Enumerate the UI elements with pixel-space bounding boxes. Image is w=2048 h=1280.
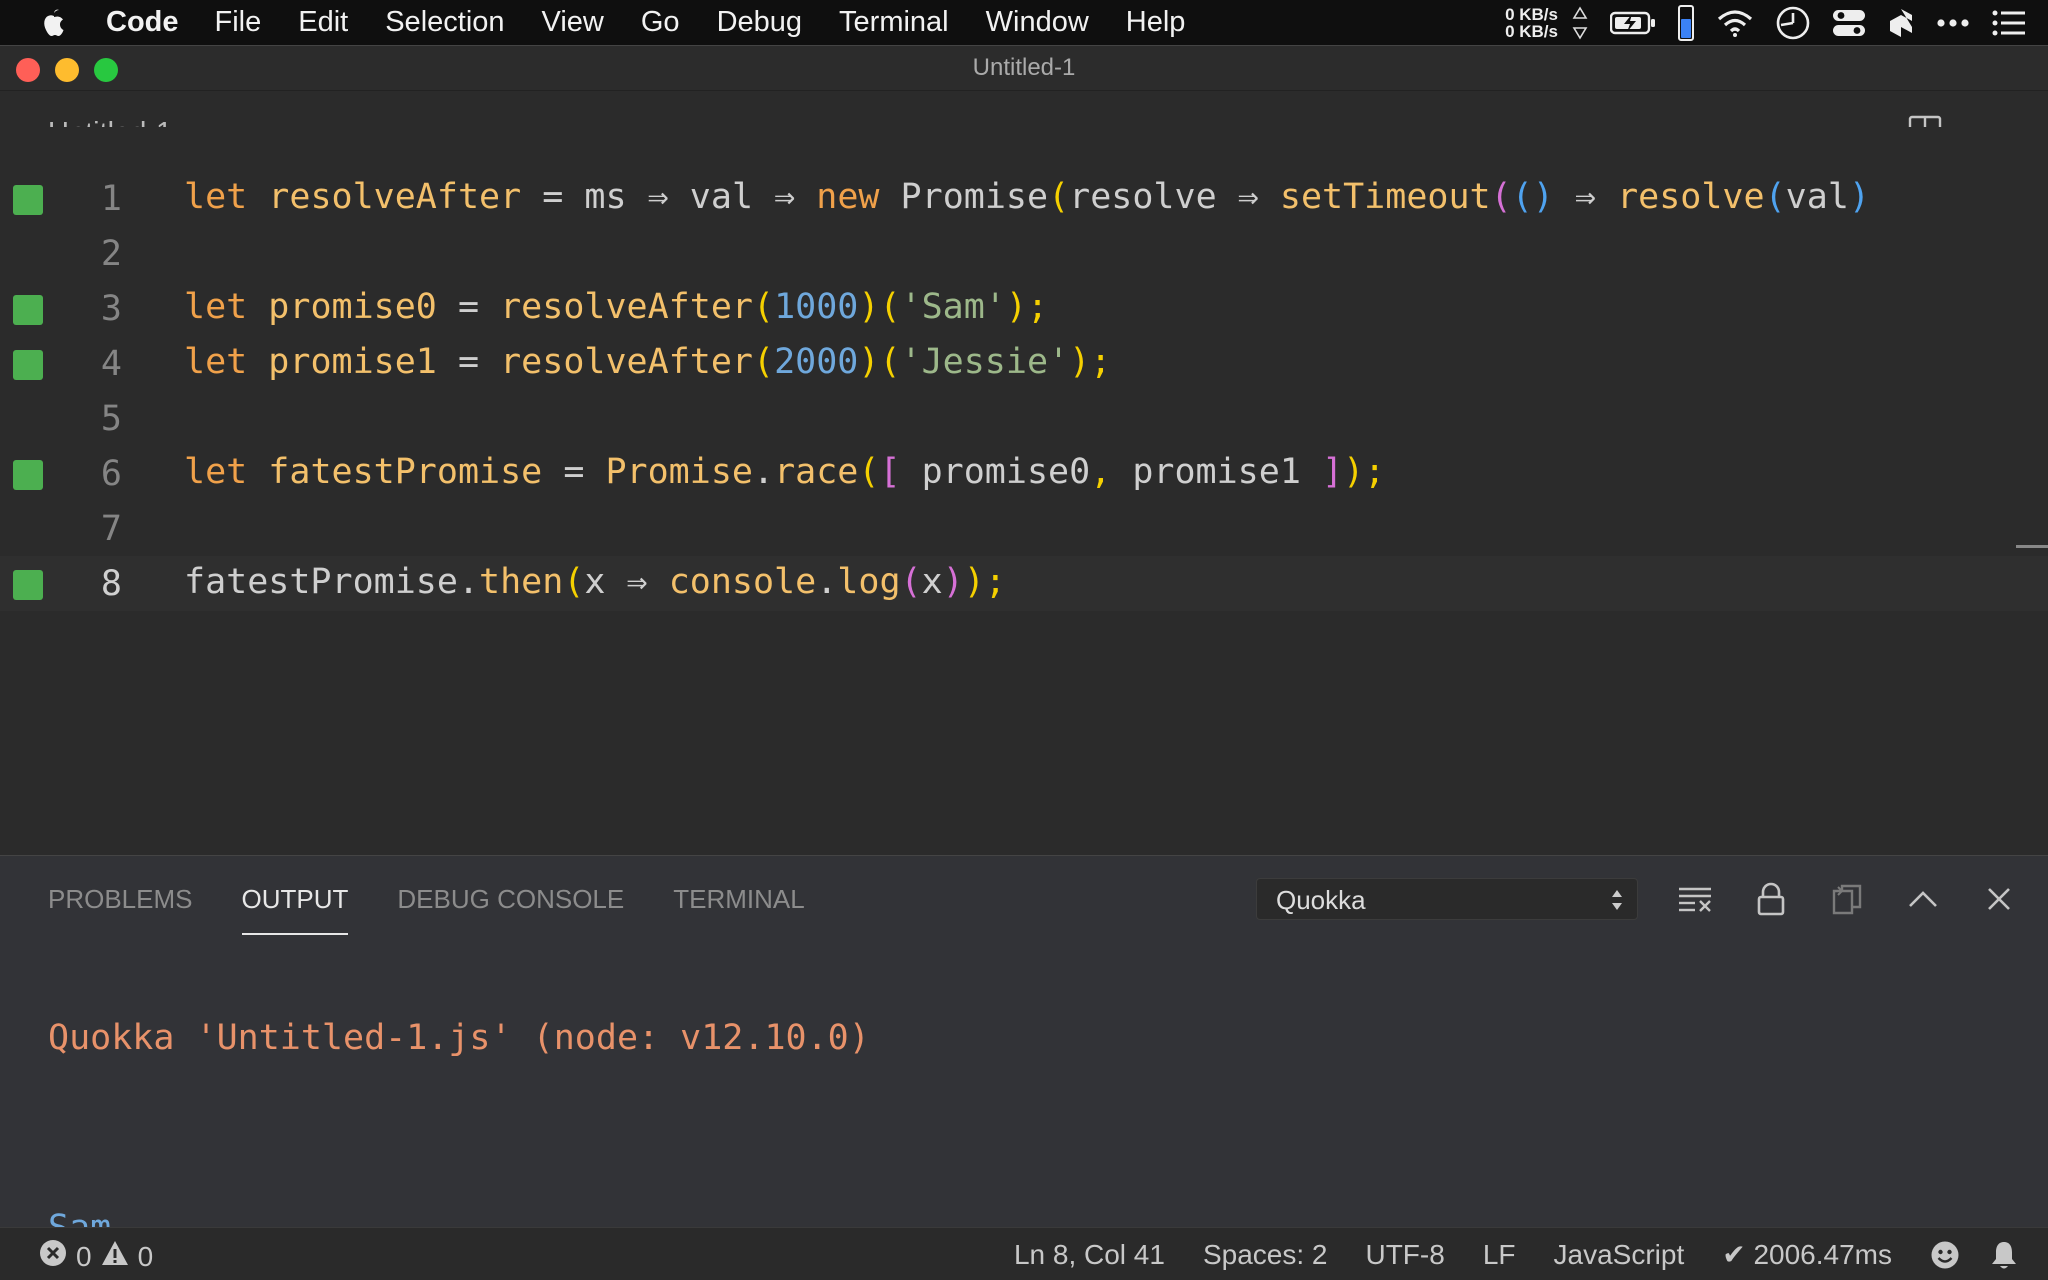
menu-go[interactable]: Go <box>641 6 680 39</box>
notifications-bell-icon[interactable] <box>1990 1240 2018 1270</box>
warning-count: 0 <box>137 1240 154 1272</box>
panel-actions <box>1676 880 2018 918</box>
notification-center-icon[interactable] <box>1992 10 2026 36</box>
code-line: 7 <box>0 501 2048 556</box>
quokka-timing[interactable]: ✔ 2006.47ms <box>1722 1238 1892 1271</box>
status-bar: 0 0 Ln 8, Col 41 Spaces: 2 UTF-8 LF Java… <box>0 1227 2048 1280</box>
output-panel: PROBLEMS OUTPUT DEBUG CONSOLE TERMINAL Q… <box>0 855 2048 1248</box>
menu-bar: Code File Edit Selection View Go Debug T… <box>0 0 2048 45</box>
file-encoding[interactable]: UTF-8 <box>1365 1239 1444 1271</box>
line-number: 7 <box>100 509 122 549</box>
feedback-smiley-icon[interactable] <box>1930 1240 1960 1270</box>
panel-tabs: PROBLEMS OUTPUT DEBUG CONSOLE TERMINAL <box>48 884 805 935</box>
line-number: 2 <box>100 234 122 274</box>
select-arrows-icon <box>1611 888 1623 919</box>
code-editor[interactable]: 1 let resolveAfter = ms ⇒ val ⇒ new Prom… <box>0 127 2048 855</box>
menu-edit[interactable]: Edit <box>298 6 348 39</box>
battery-level-icon[interactable] <box>1678 4 1694 41</box>
line-number: 4 <box>100 344 122 384</box>
menu-terminal[interactable]: Terminal <box>839 6 949 39</box>
title-bar: Untitled-1 <box>0 46 2048 91</box>
code-line: 6 let fatestPromise = Promise.race([ pro… <box>0 446 2048 501</box>
clear-output-icon[interactable] <box>1676 880 1714 918</box>
quokka-header: Quokka 'Untitled-1.js' (node: v12.10.0) <box>48 1018 870 1058</box>
coverage-marker <box>13 460 43 490</box>
net-down-speed: 0 KB/s <box>1505 21 1558 41</box>
apple-logo-icon[interactable] <box>40 8 68 38</box>
lock-scroll-icon[interactable] <box>1752 880 1790 918</box>
coverage-marker <box>13 350 43 380</box>
menu-window[interactable]: Window <box>986 6 1089 39</box>
menu-app-name[interactable]: Code <box>106 6 179 39</box>
code-line-current: 8 fatestPromise.then(x ⇒ console.log(x))… <box>0 556 2048 611</box>
menu-debug[interactable]: Debug <box>717 6 802 39</box>
control-center-icon[interactable] <box>1832 8 1866 38</box>
line-number: 8 <box>100 564 122 604</box>
menu-file[interactable]: File <box>215 6 262 39</box>
window-title: Untitled-1 <box>972 54 1076 81</box>
problems-summary[interactable]: 0 0 <box>38 1238 153 1275</box>
line-number: 5 <box>100 399 122 439</box>
more-icon[interactable] <box>1936 18 1970 28</box>
battery-icon[interactable] <box>1610 10 1656 36</box>
status-bar-right: Ln 8, Col 41 Spaces: 2 UTF-8 LF JavaScri… <box>1014 1238 2048 1271</box>
menu-selection[interactable]: Selection <box>385 6 504 39</box>
error-count: 0 <box>76 1240 92 1272</box>
net-arrows-icon <box>1572 5 1588 40</box>
error-icon <box>38 1238 68 1275</box>
coverage-marker <box>13 295 43 325</box>
clock-icon[interactable] <box>1776 6 1810 40</box>
line-number: 6 <box>100 454 122 494</box>
cursor-position[interactable]: Ln 8, Col 41 <box>1014 1239 1165 1271</box>
menu-view[interactable]: View <box>542 6 604 39</box>
end-of-line[interactable]: LF <box>1483 1239 1516 1271</box>
coverage-marker <box>13 185 43 215</box>
tab-output[interactable]: OUTPUT <box>241 884 349 935</box>
indentation[interactable]: Spaces: 2 <box>1203 1239 1328 1271</box>
maximize-panel-icon[interactable] <box>1904 880 1942 918</box>
code-line: 5 <box>0 391 2048 446</box>
overview-ruler-marker <box>2016 545 2048 548</box>
net-up-speed: 0 KB/s <box>1505 4 1558 24</box>
code-line: 3 let promise0 = resolveAfter(1000)('Sam… <box>0 281 2048 336</box>
code-line-text: let resolveAfter = ms ⇒ val ⇒ new Promis… <box>184 177 1870 217</box>
code-line-text: fatestPromise.then(x ⇒ console.log(x)); <box>184 562 1006 602</box>
code-line: 2 <box>0 226 2048 281</box>
open-log-icon[interactable] <box>1828 880 1866 918</box>
output-channel-select[interactable]: Quokka <box>1256 878 1638 920</box>
code-line-text: let promise0 = resolveAfter(1000)('Sam')… <box>184 287 1049 327</box>
wifi-icon[interactable] <box>1716 8 1754 38</box>
menu-help[interactable]: Help <box>1126 6 1186 39</box>
tab-terminal[interactable]: TERMINAL <box>673 884 804 935</box>
coverage-marker <box>13 570 43 600</box>
language-mode[interactable]: JavaScript <box>1554 1239 1685 1271</box>
code-line-text: let fatestPromise = Promise.race([ promi… <box>184 452 1386 492</box>
output-channel-value: Quokka <box>1276 885 1366 915</box>
close-panel-icon[interactable] <box>1980 880 2018 918</box>
menu-bar-status-area: 0 KB/s 0 KB/s <box>1505 0 2048 45</box>
code-line-text: let promise1 = resolveAfter(2000)('Jessi… <box>184 342 1112 382</box>
line-number: 1 <box>100 179 122 219</box>
network-speed[interactable]: 0 KB/s 0 KB/s <box>1505 6 1558 40</box>
warning-icon <box>100 1239 130 1274</box>
cube-icon[interactable] <box>1888 7 1914 39</box>
line-number: 3 <box>100 289 122 329</box>
code-line: 1 let resolveAfter = ms ⇒ val ⇒ new Prom… <box>0 171 2048 226</box>
tab-problems[interactable]: PROBLEMS <box>48 884 193 935</box>
tab-debug-console[interactable]: DEBUG CONSOLE <box>397 884 624 935</box>
code-line: 4 let promise1 = resolveAfter(2000)('Jes… <box>0 336 2048 391</box>
